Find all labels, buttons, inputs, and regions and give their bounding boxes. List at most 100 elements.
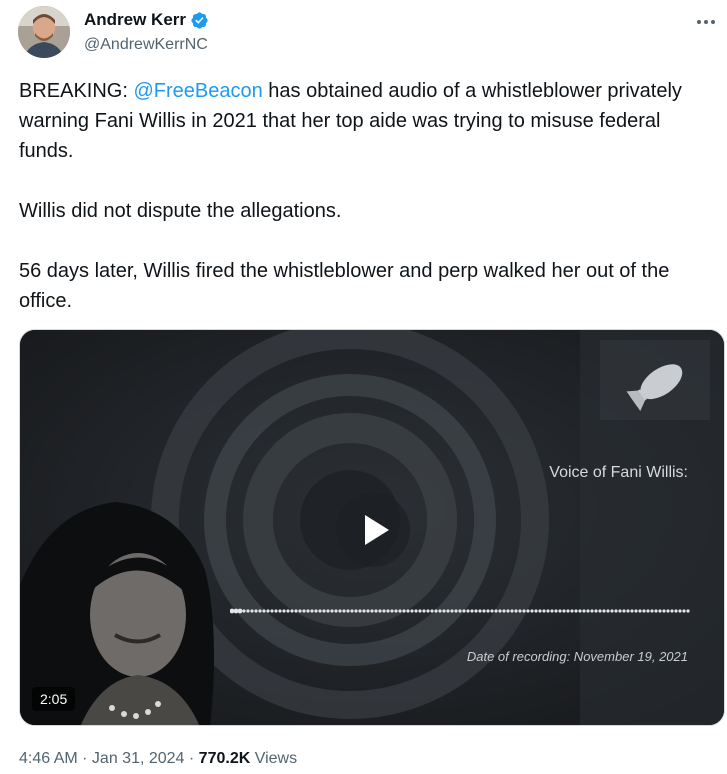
waveform-dot: [262, 609, 266, 613]
waveform-dot: [246, 609, 250, 613]
waveform-dot: [530, 609, 534, 613]
waveform-dot: [237, 608, 243, 614]
waveform-dot: [318, 609, 322, 613]
waveform-dot: [486, 609, 490, 613]
waveform-dot: [402, 609, 406, 613]
tweet-paragraph-1: BREAKING: @FreeBeacon has obtained audio…: [19, 76, 719, 166]
waveform-dot: [610, 609, 614, 613]
author-handle[interactable]: @AndrewKerrNC: [84, 36, 208, 54]
waveform-dot: [322, 609, 326, 613]
waveform-dot: [674, 609, 678, 613]
waveform-dot: [566, 609, 570, 613]
waveform-dot: [570, 609, 574, 613]
waveform-dot: [594, 609, 598, 613]
video-duration-badge: 2:05: [32, 687, 76, 711]
waveform-dot: [494, 609, 498, 613]
waveform-dot: [502, 609, 506, 613]
tweet-text-segment: BREAKING:: [19, 80, 134, 102]
waveform-dot: [522, 609, 526, 613]
waveform-dot: [666, 609, 670, 613]
tweet-text: BREAKING: @FreeBeacon has obtained audio…: [19, 76, 719, 316]
play-button[interactable]: [336, 493, 410, 567]
author-display-name[interactable]: Andrew Kerr: [84, 10, 186, 30]
waveform-dot: [390, 609, 394, 613]
waveform-dot: [462, 609, 466, 613]
waveform-dot: [630, 609, 634, 613]
more-options-icon[interactable]: [694, 12, 718, 32]
waveform-dot: [650, 609, 654, 613]
waveform-dot: [434, 609, 438, 613]
tweet-time[interactable]: 4:46 AM: [19, 750, 78, 767]
meta-separator: ·: [77, 750, 92, 767]
waveform-dot: [670, 609, 674, 613]
waveform-dot: [342, 609, 346, 613]
waveform-dot: [510, 609, 514, 613]
waveform-dot: [346, 609, 350, 613]
recording-date: Date of recording: November 19, 2021: [466, 649, 688, 664]
waveform-dot: [562, 609, 566, 613]
waveform-dot: [366, 609, 370, 613]
waveform-dot: [458, 609, 462, 613]
waveform-dot: [606, 609, 610, 613]
avatar[interactable]: [18, 6, 70, 58]
waveform-dot: [602, 609, 606, 613]
waveform-dot: [302, 609, 306, 613]
waveform-dot: [474, 609, 478, 613]
waveform-dot: [654, 609, 658, 613]
waveform-dot: [338, 609, 342, 613]
waveform-dot: [378, 609, 382, 613]
verified-badge-icon: [191, 11, 208, 29]
play-icon: [365, 515, 389, 545]
waveform-dot: [478, 609, 482, 613]
waveform-dot: [314, 609, 318, 613]
waveform-dot: [446, 609, 450, 613]
waveform-dot: [254, 609, 258, 613]
waveform-dot: [414, 609, 418, 613]
video-player[interactable]: Voice of Fani Willis: Date of recording:…: [19, 329, 725, 726]
waveform-dot: [646, 609, 650, 613]
waveform-dot: [638, 609, 642, 613]
mention-link[interactable]: @FreeBeacon: [133, 80, 262, 102]
waveform-dot: [326, 609, 330, 613]
waveform-dot: [618, 609, 622, 613]
waveform-dot: [598, 609, 602, 613]
waveform-dot: [574, 609, 578, 613]
waveform-dot: [250, 609, 254, 613]
waveform-dot: [490, 609, 494, 613]
waveform-dot: [298, 609, 302, 613]
waveform-dot: [454, 609, 458, 613]
waveform-dot: [498, 609, 502, 613]
waveform-dot: [442, 609, 446, 613]
waveform-dot: [370, 609, 374, 613]
waveform-dot: [622, 609, 626, 613]
tweet-paragraph-2: Willis did not dispute the allegations.: [19, 200, 342, 222]
waveform-dot: [258, 609, 262, 613]
waveform-dot: [330, 609, 334, 613]
waveform-dot: [270, 609, 274, 613]
waveform-dot: [278, 609, 282, 613]
waveform-dot: [382, 609, 386, 613]
waveform-dot: [350, 609, 354, 613]
waveform-dot: [578, 609, 582, 613]
waveform-dot: [422, 609, 426, 613]
waveform-dot: [506, 609, 510, 613]
waveform-dot: [410, 609, 414, 613]
meta-separator: ·: [184, 750, 199, 767]
waveform-dot: [682, 609, 686, 613]
waveform-dot: [470, 609, 474, 613]
waveform-dot: [626, 609, 630, 613]
waveform-dot: [398, 609, 402, 613]
tweet-metadata: 4:46 AM · Jan 31, 2024 · 770.2K Views: [19, 750, 297, 768]
waveform-dot: [550, 609, 554, 613]
waveform-dot: [662, 609, 666, 613]
waveform-dot: [286, 609, 290, 613]
tweet-paragraph-3: 56 days later, Willis fired the whistleb…: [19, 260, 670, 312]
waveform-dot: [386, 609, 390, 613]
waveform-dot: [282, 609, 286, 613]
views-count: 770.2K: [198, 750, 251, 767]
tweet-date[interactable]: Jan 31, 2024: [92, 750, 185, 767]
waveform-dot: [334, 609, 338, 613]
waveform-dot: [554, 609, 558, 613]
waveform-dot: [290, 609, 294, 613]
waveform-dot: [546, 609, 550, 613]
